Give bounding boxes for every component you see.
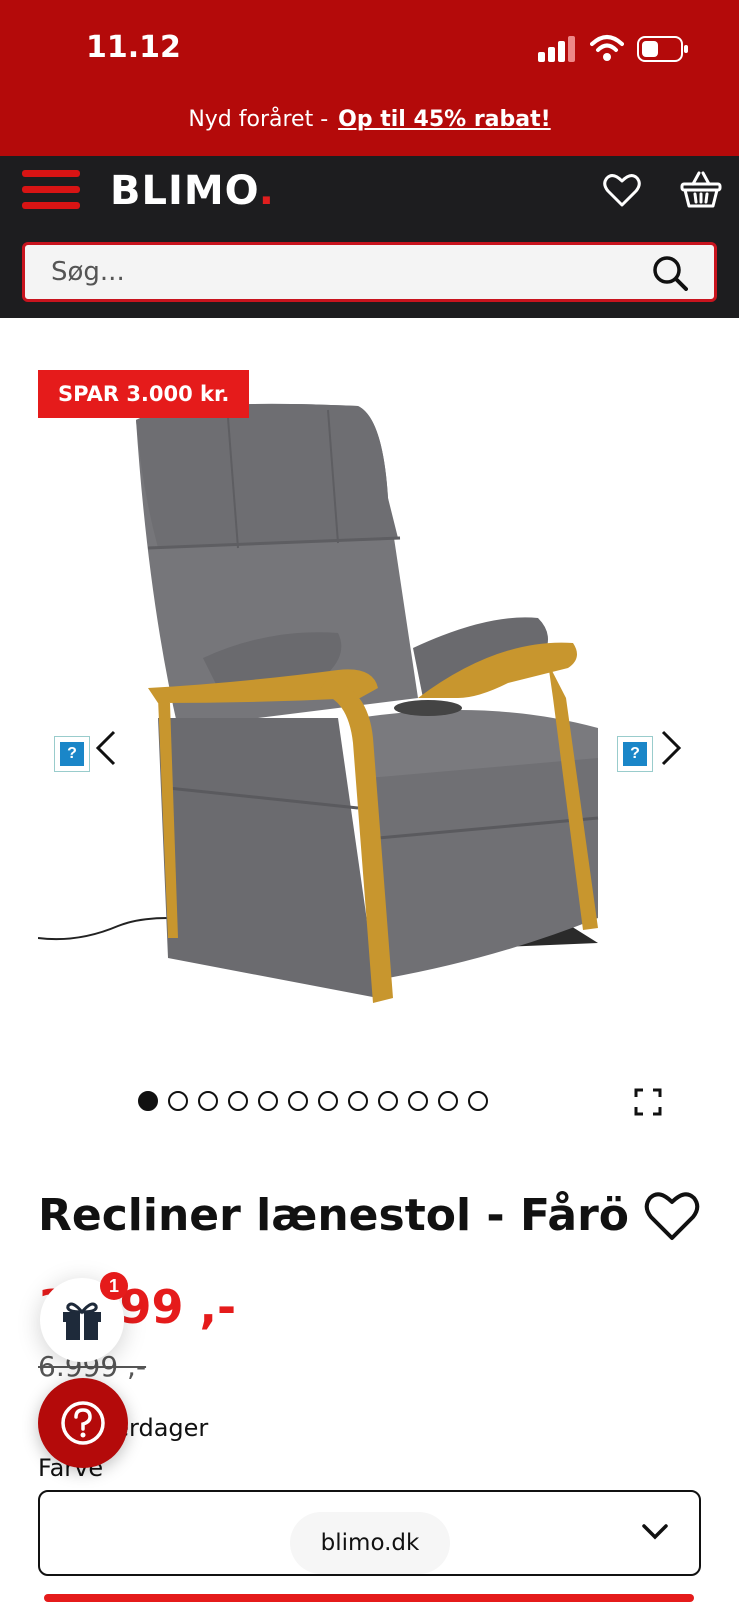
search-input[interactable]: [51, 253, 611, 291]
discount-badge: SPAR 3.000 kr.: [38, 370, 250, 418]
product-image[interactable]: [38, 398, 638, 1018]
product-gallery[interactable]: SPAR 3.000 kr. ? ?: [0, 318, 739, 1108]
cellular-signal-icon: [538, 36, 575, 62]
battery-icon: [637, 36, 688, 62]
gallery-dot[interactable]: [228, 1091, 248, 1111]
fullscreen-expand-icon[interactable]: [634, 1088, 662, 1116]
search-bar[interactable]: [22, 242, 717, 302]
gallery-pagination[interactable]: [138, 1091, 488, 1113]
search-icon[interactable]: [652, 255, 688, 291]
promo-banner: Nyd foråret - Op til 45% rabat!: [0, 100, 739, 156]
gallery-dot[interactable]: [318, 1091, 338, 1111]
gallery-dot[interactable]: [258, 1091, 278, 1111]
hamburger-menu-icon[interactable]: [22, 170, 80, 216]
chevron-down-icon: [642, 1524, 668, 1540]
wifi-icon: [590, 35, 624, 61]
add-to-cart-button-edge[interactable]: [44, 1594, 694, 1602]
gallery-dot[interactable]: [438, 1091, 458, 1111]
browser-url-bar[interactable]: blimo.dk: [290, 1512, 450, 1574]
help-question-icon: ?: [617, 736, 653, 772]
next-arrow-icon[interactable]: [655, 728, 685, 768]
gift-icon: [63, 1302, 101, 1340]
add-to-wishlist-heart-icon[interactable]: [642, 1188, 702, 1244]
wishlist-heart-icon[interactable]: [602, 170, 642, 210]
site-header: BLIMO.: [0, 156, 739, 318]
gallery-dot[interactable]: [138, 1091, 158, 1111]
previous-arrow-icon[interactable]: [92, 728, 122, 768]
status-time: 11.12: [86, 30, 181, 65]
gallery-dot[interactable]: [348, 1091, 368, 1111]
gallery-dot[interactable]: [378, 1091, 398, 1111]
help-button[interactable]: [38, 1378, 128, 1468]
gift-count-badge: 1: [100, 1272, 128, 1300]
gallery-dot[interactable]: [168, 1091, 188, 1111]
gallery-dot[interactable]: [198, 1091, 218, 1111]
gallery-dot[interactable]: [468, 1091, 488, 1111]
gallery-dot[interactable]: [408, 1091, 428, 1111]
basket-icon[interactable]: [680, 170, 722, 210]
status-bar: 11.12: [0, 0, 739, 100]
logo[interactable]: BLIMO.: [110, 168, 275, 214]
promo-text: Nyd foråret -: [188, 107, 329, 132]
gallery-dot[interactable]: [288, 1091, 308, 1111]
help-question-icon: ?: [54, 736, 90, 772]
gift-button[interactable]: 1: [40, 1272, 128, 1362]
question-icon: [61, 1401, 105, 1445]
product-title: Recliner lænestol - Fårö: [38, 1190, 630, 1241]
promo-link[interactable]: Op til 45% rabat!: [338, 107, 551, 132]
